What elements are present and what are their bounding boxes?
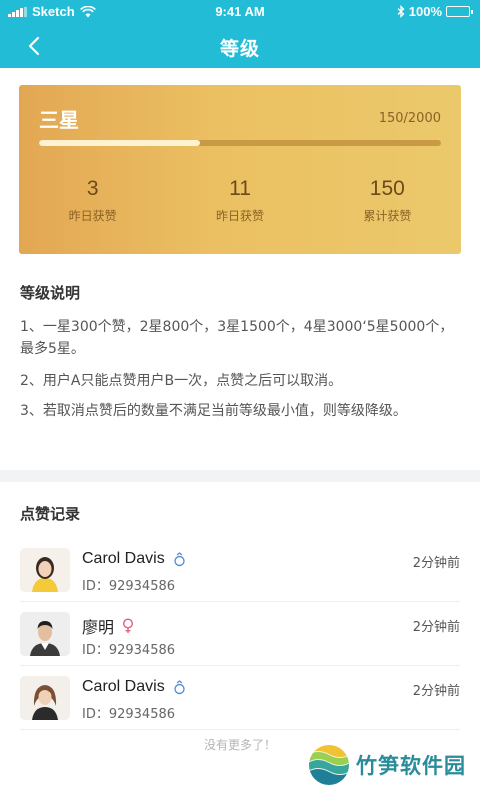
like-stats: 3 昨日获赞 11 昨日获赞 150 累计获赞 [19, 177, 461, 224]
records-title: 点赞记录 [20, 505, 81, 523]
stat-label: 昨日获赞 [215, 209, 264, 223]
male-icon [173, 679, 185, 694]
list-item[interactable]: 廖明 ID：92934586 2分钟前 [20, 602, 460, 666]
page-title: 等级 [219, 38, 260, 60]
nav-bar: 等级 [0, 24, 480, 68]
record-time: 2分钟前 [412, 684, 460, 699]
main-content: 三星 150/2000 3 昨日获赞 11 昨日获赞 150 累计获赞 等级说明… [0, 68, 480, 800]
stat-total-likes: 150 累计获赞 [314, 177, 461, 224]
bluetooth-icon [397, 5, 405, 18]
record-time: 2分钟前 [412, 620, 460, 635]
stat-value: 150 [369, 177, 405, 200]
like-record-list: Carol Davis ID：92934586 2分钟前 廖明 ID：92934… [20, 538, 460, 730]
avatar[interactable] [20, 676, 70, 720]
female-icon [123, 618, 134, 633]
record-user-id: ID：92934586 [82, 707, 176, 722]
watermark-text: 竹笋软件园 [356, 754, 466, 778]
user-name-text: Carol Davis [82, 550, 165, 567]
male-icon [173, 551, 185, 566]
status-right-group: 100% [397, 4, 473, 19]
user-name-text: 廖明 [82, 620, 115, 637]
stat-label: 昨日获赞 [68, 209, 117, 223]
level-progress-bar [39, 140, 441, 146]
status-bar: Sketch 9:41 AM 100% [0, 0, 480, 24]
watermark: 竹笋软件园 [308, 744, 466, 786]
section-divider [0, 470, 480, 482]
record-user-name: Carol Davis [82, 550, 186, 568]
battery-icon [446, 6, 473, 17]
record-user-name: 廖明 [82, 614, 134, 638]
record-user-name: Carol Davis [82, 678, 186, 696]
battery-percent: 100% [408, 4, 442, 19]
level-name: 三星 [39, 108, 79, 132]
record-time: 2分钟前 [412, 556, 460, 571]
level-progress-text: 150/2000 [378, 111, 441, 126]
avatar[interactable] [20, 612, 70, 656]
stat-label: 累计获赞 [363, 209, 412, 223]
explanation-item-3: 3、若取消点赞后的数量不满足当前等级最小值，则等级降级。 [20, 403, 407, 419]
level-progress-fill [39, 140, 200, 146]
level-card: 三星 150/2000 3 昨日获赞 11 昨日获赞 150 累计获赞 [19, 85, 461, 254]
record-user-id: ID：92934586 [82, 643, 176, 658]
list-item[interactable]: Carol Davis ID：92934586 2分钟前 [20, 538, 460, 602]
bamboo-logo-icon [309, 745, 349, 785]
explanation-item-2: 2、用户A只能点赞用户B一次，点赞之后可以取消。 [20, 373, 343, 389]
explanation-item-1: 1、一星300个赞，2星800个，3星1500个，4星3000‘5星5000个，… [20, 319, 454, 357]
record-user-id: ID：92934586 [82, 579, 176, 594]
avatar[interactable] [20, 548, 70, 592]
explanation-title: 等级说明 [20, 284, 81, 302]
list-item[interactable]: Carol Davis ID：92934586 2分钟前 [20, 666, 460, 730]
stat-yesterday-likes: 3 昨日获赞 [19, 177, 166, 224]
stat-value: 3 [86, 177, 99, 200]
user-name-text: Carol Davis [82, 678, 165, 695]
stat-yesterday-likes-2: 11 昨日获赞 [166, 177, 313, 224]
stat-value: 11 [229, 177, 251, 200]
